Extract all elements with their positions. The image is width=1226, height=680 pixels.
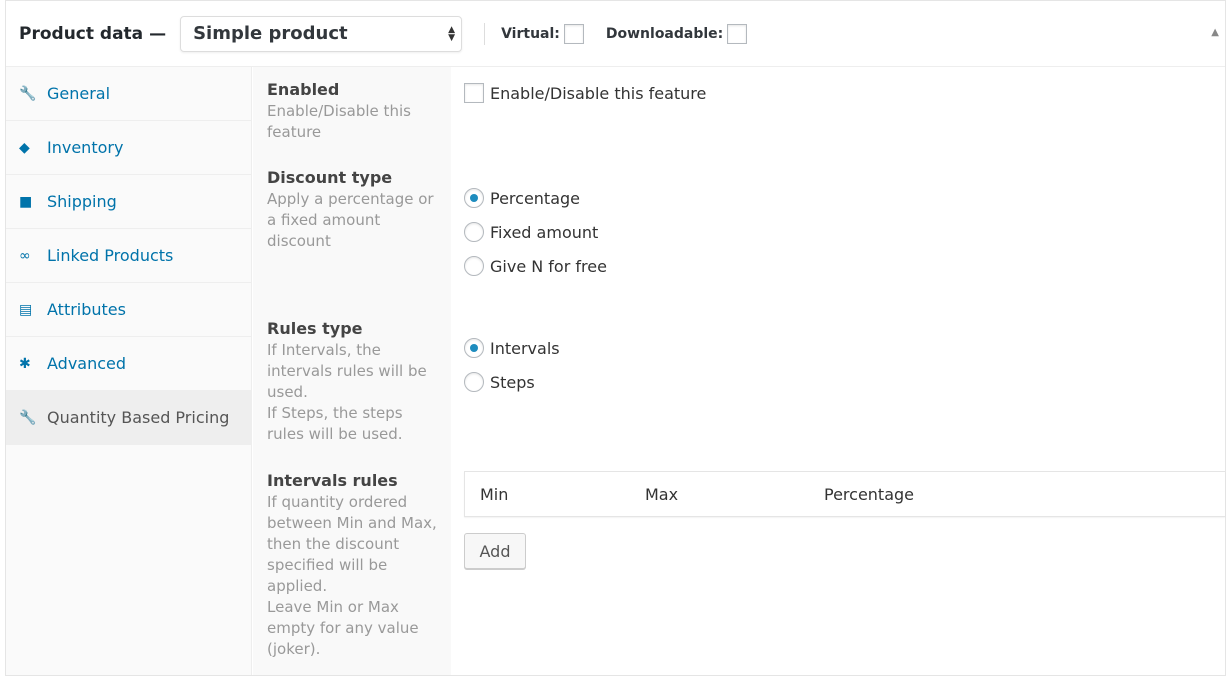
rules-steps-option[interactable]: Steps — [464, 372, 535, 392]
tab-advanced[interactable]: ✱ Advanced — [6, 337, 251, 391]
panel-header: Product data — Simple product ▲ ▼ Virtual… — [6, 1, 1225, 67]
field-description: If Steps, the steps rules will be used. — [267, 404, 403, 443]
product-data-tabs: 🔧 General ◆ Inventory ■ Shipping ∞ Linked Produ… — [6, 67, 252, 675]
tab-label: Advanced — [47, 354, 127, 373]
discount-fixed-option[interactable]: Fixed amount — [464, 222, 598, 242]
list-icon: ▤ — [19, 301, 33, 318]
column-header-percentage: Percentage — [824, 485, 915, 504]
enabled-checkbox[interactable] — [464, 83, 484, 103]
option-label: Enable/Disable this feature — [490, 83, 707, 103]
field-title: Enabled — [267, 80, 340, 99]
option-label: Fixed amount — [490, 222, 599, 242]
discount-free-option[interactable]: Give N for free — [464, 256, 607, 276]
option-label: Steps — [490, 372, 535, 392]
downloadable-checkbox[interactable] — [727, 23, 748, 44]
downloadable-option[interactable]: Downloadable: — [605, 23, 748, 44]
tab-shipping[interactable]: ■ Shipping — [6, 175, 251, 229]
tab-general[interactable]: 🔧 General — [6, 67, 251, 121]
tab-label: General — [47, 84, 111, 103]
discount-percentage-option[interactable]: Percentage — [464, 188, 580, 208]
enabled-field-label: Enabled Enable/Disable this feature — [267, 79, 442, 143]
column-header-max: Max — [645, 485, 679, 504]
radio-button[interactable] — [464, 338, 484, 358]
column-header-min: Min — [480, 485, 509, 504]
add-rule-button[interactable]: Add — [464, 533, 526, 569]
option-label: Give N for free — [490, 256, 607, 276]
option-label: Intervals — [490, 338, 560, 358]
virtual-option[interactable]: Virtual: — [501, 23, 584, 44]
intervals-rules-table: Min Max Percentage — [464, 471, 1225, 517]
panel-title: Product data — — [19, 23, 167, 44]
radio-button[interactable] — [464, 188, 484, 208]
field-title: Discount type — [267, 168, 393, 187]
radio-button[interactable] — [464, 372, 484, 392]
tab-linked-products[interactable]: ∞ Linked Products — [6, 229, 251, 283]
select-arrows-icon: ▲ ▼ — [448, 24, 456, 43]
field-description: If Intervals, the intervals rules will b… — [267, 341, 427, 401]
gear-icon: ✱ — [19, 355, 31, 372]
virtual-label: Virtual: — [501, 25, 560, 42]
rules-intervals-option[interactable]: Intervals — [464, 338, 560, 358]
rules-type-field-label: Rules type If Intervals, the intervals r… — [267, 318, 442, 445]
option-label: Percentage — [490, 188, 581, 208]
tab-label: Attributes — [47, 300, 126, 319]
collapse-toggle-icon[interactable]: ▲ — [1211, 27, 1219, 38]
tab-label: Inventory — [47, 138, 124, 157]
field-description: Apply a percentage or a fixed amount dis… — [267, 190, 434, 250]
product-data-panel: Product data — Simple product ▲ ▼ Virtual… — [5, 0, 1226, 676]
tag-icon: ◆ — [19, 139, 30, 156]
product-type-select[interactable]: Simple product ▲ ▼ — [180, 15, 463, 52]
field-title: Intervals rules — [267, 471, 398, 490]
tab-label: Shipping — [47, 192, 117, 211]
field-inputs-column: Enable/Disable this feature Percentage F… — [451, 67, 1225, 675]
wrench-icon: 🔧 — [19, 85, 37, 102]
tab-quantity-based-pricing[interactable]: 🔧 Quantity Based Pricing — [6, 391, 251, 445]
radio-button[interactable] — [464, 222, 484, 242]
radio-button[interactable] — [464, 256, 484, 276]
product-type-value: Simple product — [193, 23, 348, 44]
link-icon: ∞ — [19, 247, 31, 264]
field-title: Rules type — [267, 319, 363, 338]
field-labels-column: Enabled Enable/Disable this feature Disc… — [253, 67, 451, 675]
field-description: Leave Min or Max empty for any value (jo… — [267, 598, 419, 658]
divider — [484, 22, 486, 45]
field-description: Enable/Disable this feature — [267, 102, 411, 141]
tab-label: Quantity Based Pricing — [47, 408, 230, 427]
wrench-icon: 🔧 — [19, 409, 37, 426]
tab-inventory[interactable]: ◆ Inventory — [6, 121, 251, 175]
tab-attributes[interactable]: ▤ Attributes — [6, 283, 251, 337]
virtual-checkbox[interactable] — [563, 23, 584, 44]
field-description: If quantity ordered between Min and Max,… — [267, 493, 437, 595]
tab-label: Linked Products — [47, 246, 174, 265]
enabled-option[interactable]: Enable/Disable this feature — [464, 83, 706, 103]
discount-type-field-label: Discount type Apply a percentage or a fi… — [267, 167, 442, 252]
downloadable-label: Downloadable: — [605, 25, 724, 42]
intervals-rules-field-label: Intervals rules If quantity ordered betw… — [267, 470, 445, 660]
truck-icon: ■ — [19, 193, 33, 210]
